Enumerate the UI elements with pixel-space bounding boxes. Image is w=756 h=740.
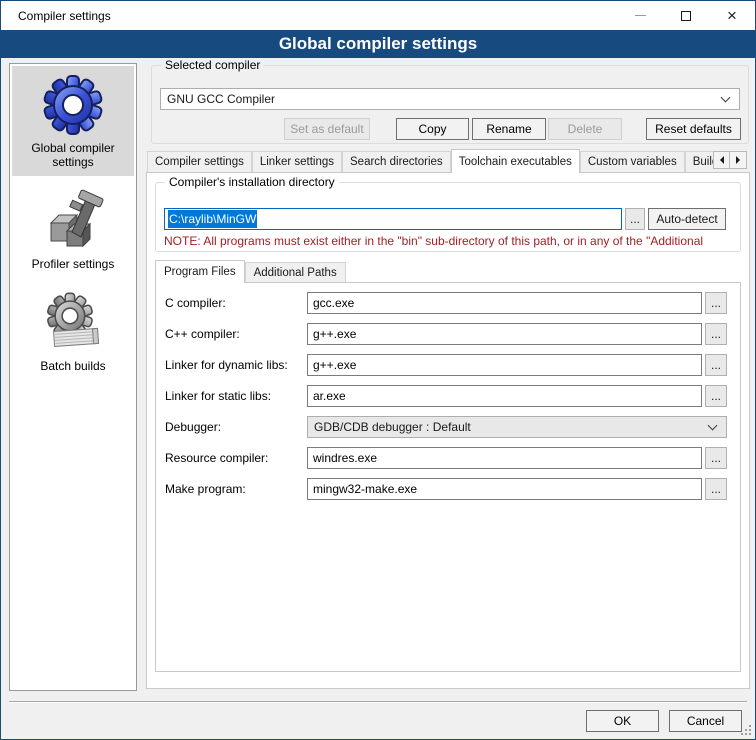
sidebar-item-global-compiler-settings[interactable]: Global compiler settings <box>12 66 134 176</box>
cancel-button[interactable]: Cancel <box>669 710 742 732</box>
tab-build-options[interactable]: Build options <box>685 151 713 172</box>
tab-toolchain-executables[interactable]: Toolchain executables <box>451 149 580 173</box>
resource-compiler-label: Resource compiler: <box>165 451 307 465</box>
make-program-row: Make program: ... <box>165 478 727 500</box>
compiler-select[interactable]: GNU GCC Compiler <box>160 88 740 110</box>
close-icon: × <box>727 7 737 24</box>
dynamic-linker-browse-button[interactable]: ... <box>705 354 727 376</box>
debugger-select-value: GDB/CDB debugger : Default <box>314 420 703 434</box>
compiler-select-value: GNU GCC Compiler <box>167 92 716 106</box>
sidebar-item-profiler-settings[interactable]: Profiler settings <box>12 182 134 278</box>
tab-custom-variables[interactable]: Custom variables <box>580 151 685 172</box>
make-program-label: Make program: <box>165 482 307 496</box>
tab-compiler-settings[interactable]: Compiler settings <box>147 151 252 172</box>
browse-directory-button[interactable]: ... <box>625 208 645 230</box>
minimize-button[interactable] <box>617 1 663 30</box>
debugger-select[interactable]: GDB/CDB debugger : Default <box>307 416 727 438</box>
static-linker-input[interactable] <box>307 385 702 407</box>
tab-additional-paths[interactable]: Additional Paths <box>245 262 346 282</box>
auto-detect-button[interactable]: Auto-detect <box>648 208 726 230</box>
cpp-compiler-label: C++ compiler: <box>165 327 307 341</box>
tab-linker-settings[interactable]: Linker settings <box>252 151 342 172</box>
close-button[interactable]: × <box>709 1 755 30</box>
cpp-compiler-row: C++ compiler: ... <box>165 323 727 345</box>
debugger-row: Debugger: GDB/CDB debugger : Default <box>165 416 727 438</box>
installation-directory-legend: Compiler's installation directory <box>165 175 339 189</box>
chevron-down-icon <box>708 421 718 431</box>
footer-divider <box>9 701 747 703</box>
dynamic-linker-input[interactable] <box>307 354 702 376</box>
window-title: Compiler settings <box>1 9 111 23</box>
profiler-caliper-icon <box>41 189 105 253</box>
window-controls: × <box>617 1 755 30</box>
page-title: Global compiler settings <box>279 34 477 54</box>
resource-compiler-row: Resource compiler: ... <box>165 447 727 469</box>
arrow-left-icon <box>720 156 724 164</box>
program-files-tab-strip: Program Files Additional Paths <box>155 260 346 283</box>
c-compiler-row: C compiler: ... <box>165 292 727 314</box>
arrow-right-icon <box>736 156 740 164</box>
rename-button[interactable]: Rename <box>472 118 546 140</box>
set-as-default-button[interactable]: Set as default <box>284 118 370 140</box>
resource-compiler-input[interactable] <box>307 447 702 469</box>
tab-search-directories[interactable]: Search directories <box>342 151 451 172</box>
c-compiler-label: C compiler: <box>165 296 307 310</box>
maximize-icon <box>681 11 691 21</box>
compiler-settings-dialog: Compiler settings × Global compiler sett… <box>0 0 756 740</box>
resize-grip[interactable] <box>741 725 751 735</box>
c-compiler-input[interactable] <box>307 292 702 314</box>
debugger-label: Debugger: <box>165 420 307 434</box>
static-linker-label: Linker for static libs: <box>165 389 307 403</box>
sidebar-item-label: Profiler settings <box>14 257 132 271</box>
reset-defaults-button[interactable]: Reset defaults <box>646 118 741 140</box>
tab-scroll-left-button[interactable] <box>713 151 730 169</box>
dialog-header: Global compiler settings <box>1 30 755 58</box>
ok-button[interactable]: OK <box>586 710 659 732</box>
program-files-panel: C compiler: ... C++ compiler: ... Linker… <box>155 282 741 672</box>
dynamic-linker-label: Linker for dynamic libs: <box>165 358 307 372</box>
tab-program-files[interactable]: Program Files <box>155 260 245 283</box>
installation-directory-value: C:\raylib\MinGW <box>168 210 257 228</box>
dynamic-linker-row: Linker for dynamic libs: ... <box>165 354 727 376</box>
installation-directory-group: Compiler's installation directory C:\ray… <box>155 182 741 252</box>
minimize-icon <box>635 15 646 16</box>
make-program-browse-button[interactable]: ... <box>705 478 727 500</box>
chevron-down-icon <box>721 93 731 103</box>
tab-scroll-buttons <box>713 151 747 169</box>
blue-gear-icon <box>41 73 105 137</box>
selected-compiler-group: Selected compiler GNU GCC Compiler Set a… <box>151 65 749 144</box>
delete-button[interactable]: Delete <box>548 118 622 140</box>
sidebar-item-batch-builds[interactable]: Batch builds <box>12 284 134 380</box>
c-compiler-browse-button[interactable]: ... <box>705 292 727 314</box>
copy-button[interactable]: Copy <box>396 118 469 140</box>
bin-subdirectory-note: NOTE: All programs must exist either in … <box>164 234 738 248</box>
resource-compiler-browse-button[interactable]: ... <box>705 447 727 469</box>
sidebar-item-label: Global compiler settings <box>14 141 132 169</box>
toolchain-executables-panel: Compiler's installation directory C:\ray… <box>146 172 750 689</box>
selected-compiler-legend: Selected compiler <box>161 58 264 72</box>
static-linker-browse-button[interactable]: ... <box>705 385 727 407</box>
sidebar-item-label: Batch builds <box>14 359 132 373</box>
installation-directory-input[interactable]: C:\raylib\MinGW <box>164 208 622 230</box>
settings-category-list: Global compiler settings Profiler settin… <box>9 63 137 691</box>
static-linker-row: Linker for static libs: ... <box>165 385 727 407</box>
maximize-button[interactable] <box>663 1 709 30</box>
cpp-compiler-browse-button[interactable]: ... <box>705 323 727 345</box>
make-program-input[interactable] <box>307 478 702 500</box>
batch-builds-gear-stack-icon <box>41 291 105 355</box>
cpp-compiler-input[interactable] <box>307 323 702 345</box>
title-bar[interactable]: Compiler settings × <box>1 1 755 30</box>
settings-tab-strip: Compiler settings Linker settings Search… <box>147 149 713 173</box>
tab-scroll-right-button[interactable] <box>730 151 747 169</box>
